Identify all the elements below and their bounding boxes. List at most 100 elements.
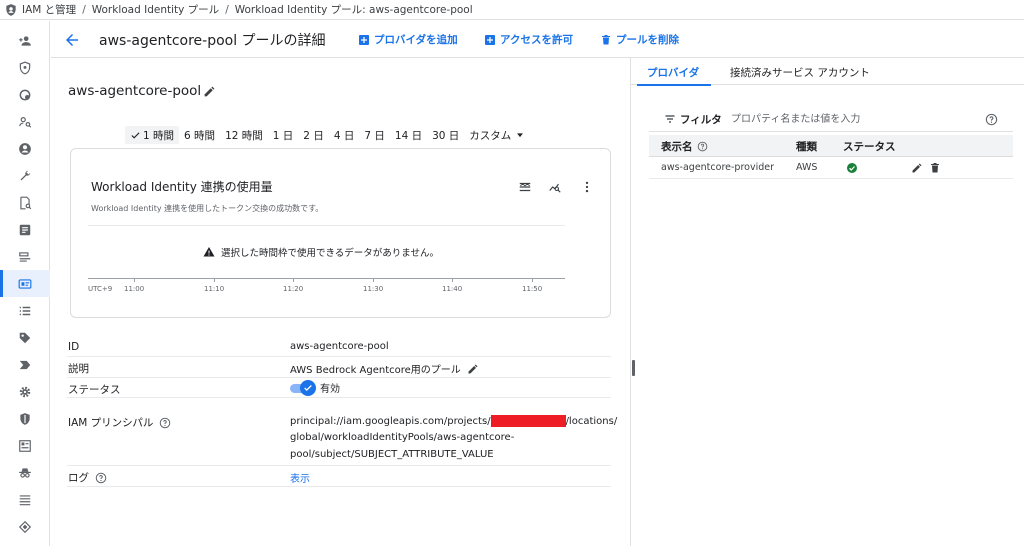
chart-subtitle: Workload Identity 連携を使用したトークン交換の成功数です。 xyxy=(91,204,324,213)
help-icon[interactable] xyxy=(159,417,171,429)
time-range-30d[interactable]: 30 日 xyxy=(427,126,464,144)
detail-row-log: ログ 表示 xyxy=(67,466,611,487)
nav-workload-identity-icon[interactable] xyxy=(0,270,50,297)
breadcrumb-pools[interactable]: Workload Identity プール xyxy=(92,2,219,17)
tab-providers[interactable]: プロバイダ xyxy=(636,59,712,86)
time-range-custom[interactable]: カスタム xyxy=(464,126,532,144)
nav-person-search-icon[interactable] xyxy=(0,108,50,135)
principal-line-3: pool/subject/SUBJECT_ATTRIBUTE_VALUE xyxy=(290,449,494,460)
x-tick-label: 11:30 xyxy=(363,285,384,293)
nav-shield-icon[interactable] xyxy=(0,54,50,81)
time-range-12h[interactable]: 12 時間 xyxy=(220,126,268,144)
column-type: 種類 xyxy=(796,141,817,153)
add-provider-button[interactable]: プロバイダを追加 xyxy=(358,32,458,47)
x-tick-label: 11:00 xyxy=(124,285,145,293)
detail-value-status: 有効 xyxy=(290,379,340,396)
detail-label-description: 説明 xyxy=(68,363,89,375)
timezone-label: UTC+9 xyxy=(88,285,113,293)
add-box-icon xyxy=(359,34,369,45)
breadcrumb-current: Workload Identity プール: aws-agentcore-poo… xyxy=(234,4,473,16)
nav-add-person-icon[interactable] xyxy=(0,27,50,54)
grant-access-button[interactable]: アクセスを許可 xyxy=(484,32,573,47)
view-log-link[interactable]: 表示 xyxy=(290,470,310,485)
column-status: ステータス xyxy=(843,141,896,153)
time-range-1d[interactable]: 1 日 xyxy=(268,126,299,144)
x-tick xyxy=(134,278,135,282)
warning-icon xyxy=(203,247,215,257)
edit-pencil-icon[interactable] xyxy=(911,162,923,174)
edit-pencil-icon[interactable] xyxy=(467,363,479,375)
nav-dashboard-icon[interactable] xyxy=(0,432,50,459)
time-range-6h[interactable]: 6 時間 xyxy=(179,126,220,144)
time-range-selector: 1 時間 6 時間 12 時間 1 日 2 日 4 日 7 日 14 日 30 … xyxy=(125,126,532,144)
explore-chart-icon[interactable] xyxy=(548,180,562,194)
nav-chevron-label-icon[interactable] xyxy=(0,351,50,378)
help-icon[interactable] xyxy=(95,472,107,484)
nav-account-circle-icon[interactable] xyxy=(0,135,50,162)
panel-divider xyxy=(630,58,631,546)
no-data-message: 選択した時間枠で使用できるデータがありません。 xyxy=(203,245,439,259)
legend-toggle-icon[interactable] xyxy=(518,180,532,194)
time-range-14d[interactable]: 14 日 xyxy=(390,126,427,144)
status-toggle[interactable] xyxy=(290,379,316,396)
tab-connected-service-accounts[interactable]: 接続済みサービス アカウント xyxy=(730,59,870,85)
breadcrumb: IAM と管理 / Workload Identity プール / Worklo… xyxy=(0,0,1024,20)
page-header: aws-agentcore-pool プールの詳細 プロバイダを追加 アクセスを… xyxy=(51,21,1024,58)
filter-label: フィルタ xyxy=(680,114,722,126)
nav-wrench-icon[interactable] xyxy=(0,162,50,189)
detail-label-log: ログ xyxy=(68,470,107,485)
filter-icon xyxy=(664,113,676,125)
time-range-1h[interactable]: 1 時間 xyxy=(125,126,180,144)
detail-row-principal: IAM プリンシパル principal://iam.googleapis.co… xyxy=(67,398,617,466)
x-tick xyxy=(452,278,453,282)
x-tick-label: 11:50 xyxy=(522,285,543,293)
table-row[interactable]: aws-agentcore-provider AWS xyxy=(649,157,1013,179)
detail-value-id: aws-agentcore-pool xyxy=(290,341,389,352)
nav-doc-search-icon[interactable] xyxy=(0,189,50,216)
providers-table-header: 表示名 種類 ステータス xyxy=(649,135,1013,157)
detail-label-principal: IAM プリンシパル xyxy=(68,415,171,430)
help-icon[interactable] xyxy=(697,141,708,152)
time-range-2d[interactable]: 2 日 xyxy=(298,126,329,144)
resize-handle[interactable] xyxy=(632,360,635,376)
x-tick xyxy=(373,278,374,282)
left-nav-rail xyxy=(0,21,50,546)
back-arrow-icon[interactable] xyxy=(63,31,81,49)
detail-row-description: 説明 AWS Bedrock Agentcore用のプール xyxy=(67,357,611,378)
nav-security-icon[interactable] xyxy=(0,405,50,432)
nav-diamond-layers-icon[interactable] xyxy=(0,513,50,540)
nav-incognito-icon[interactable] xyxy=(0,459,50,486)
nav-label-list-icon[interactable] xyxy=(0,243,50,270)
page-title: aws-agentcore-pool プールの詳細 xyxy=(99,33,326,49)
check-icon xyxy=(304,384,312,391)
edit-pencil-icon[interactable] xyxy=(203,85,216,98)
principal-line-1: principal://iam.googleapis.com/projects/… xyxy=(290,415,618,427)
more-vert-icon[interactable] xyxy=(580,180,594,194)
detail-row-status: ステータス 有効 xyxy=(67,378,611,398)
time-range-4d[interactable]: 4 日 xyxy=(329,126,360,144)
provider-display-name[interactable]: aws-agentcore-provider xyxy=(661,162,774,173)
iam-shield-icon xyxy=(4,3,18,17)
time-range-7d[interactable]: 7 日 xyxy=(359,126,390,144)
chart-title: Workload Identity 連携の使用量 xyxy=(91,180,273,194)
nav-settings-shield-icon[interactable] xyxy=(0,81,50,108)
pool-name-heading: aws-agentcore-pool xyxy=(68,83,202,99)
nav-article-icon[interactable] xyxy=(0,216,50,243)
trash-icon xyxy=(602,34,610,44)
nav-table-rows-icon[interactable] xyxy=(0,486,50,513)
nav-list-icon[interactable] xyxy=(0,297,50,324)
help-icon[interactable] xyxy=(985,113,998,126)
check-icon xyxy=(131,131,140,139)
breadcrumb-iam[interactable]: IAM と管理 xyxy=(22,2,76,17)
filter-input[interactable] xyxy=(731,110,971,128)
status-enabled-check-icon xyxy=(846,162,858,174)
nav-gear-icon[interactable] xyxy=(0,378,50,405)
provider-type: AWS xyxy=(796,162,818,173)
x-tick xyxy=(214,278,215,282)
delete-pool-button[interactable]: プールを削除 xyxy=(600,32,679,47)
nav-tag-icon[interactable] xyxy=(0,324,50,351)
trash-icon[interactable] xyxy=(929,162,941,174)
add-box-icon xyxy=(485,34,495,45)
x-tick-label: 11:40 xyxy=(442,285,463,293)
dropdown-arrow-icon xyxy=(517,133,524,138)
